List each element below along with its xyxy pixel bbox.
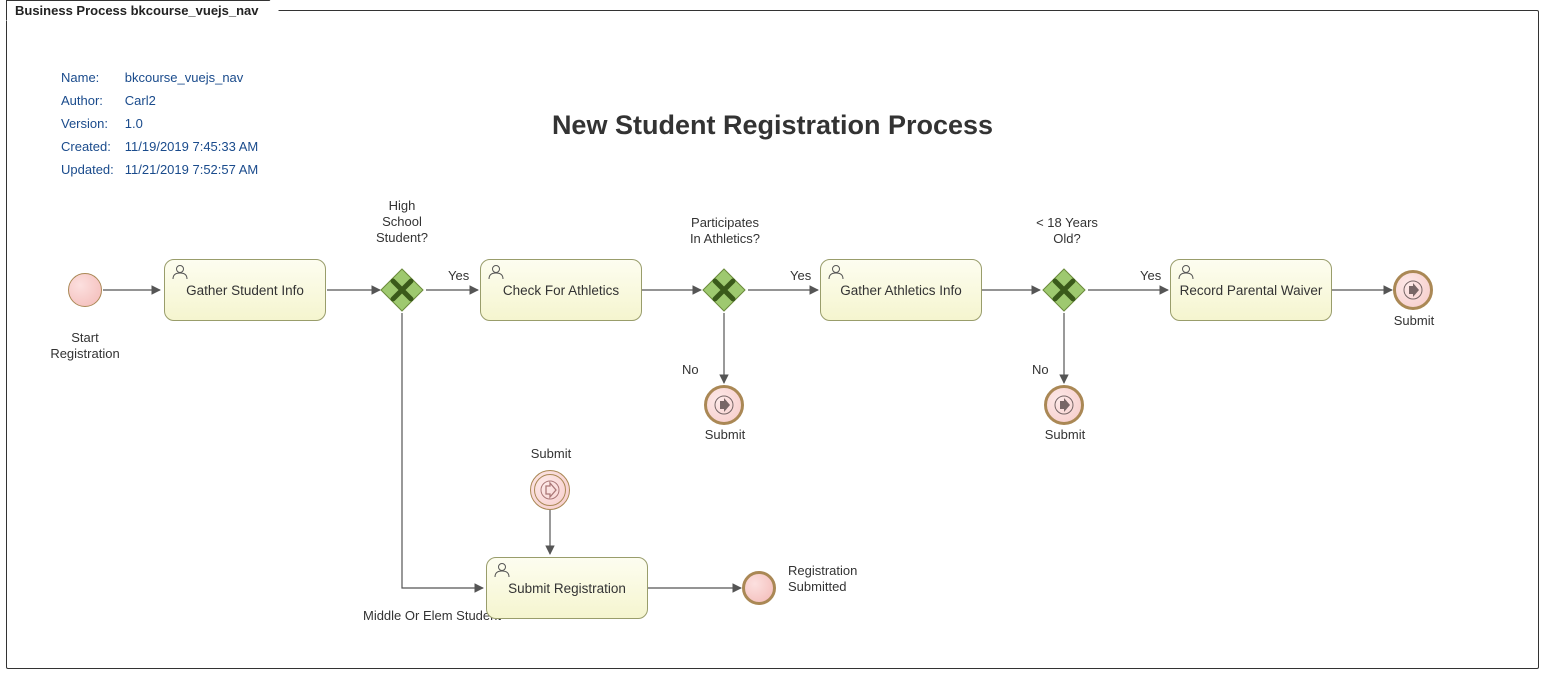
gateway-athletics-label: Participates In Athletics? [680, 215, 770, 247]
meta-updated-value: 11/21/2019 7:52:57 AM [124, 159, 259, 180]
start-event [68, 273, 102, 307]
task-record-parental-waiver: Record Parental Waiver [1170, 259, 1332, 321]
meta-name-value: bkcourse_vuejs_nav [124, 67, 259, 88]
meta-updated-label: Updated: [60, 159, 122, 180]
end-event-submit-3-label: Submit [1389, 313, 1439, 329]
bpmn-diagram-frame: Business Process bkcourse_vuejs_nav Name… [0, 0, 1545, 675]
frame-tab: Business Process bkcourse_vuejs_nav [6, 0, 288, 21]
gateway-high-school-label: High School Student? [370, 198, 434, 246]
intermediate-event-submit [530, 470, 570, 510]
task-label: Submit Registration [508, 581, 626, 596]
user-task-icon [171, 264, 189, 280]
arrow-icon [1054, 395, 1074, 415]
start-event-label: Start Registration [40, 330, 130, 362]
meta-author-value: Carl2 [124, 90, 259, 111]
flow-yes-3: Yes [1140, 268, 1161, 284]
arrow-icon [540, 480, 560, 500]
user-task-icon [493, 562, 511, 578]
user-task-icon [827, 264, 845, 280]
task-label: Gather Student Info [186, 283, 304, 298]
intermediate-event-submit-label: Submit [526, 446, 576, 462]
task-gather-student-info: Gather Student Info [164, 259, 326, 321]
task-submit-registration: Submit Registration [486, 557, 648, 619]
task-gather-athletics-info: Gather Athletics Info [820, 259, 982, 321]
meta-author-label: Author: [60, 90, 122, 111]
gateway-age [1042, 268, 1086, 312]
end-event-registration-submitted [742, 571, 776, 605]
task-label: Check For Athletics [503, 283, 619, 298]
flow-yes-1: Yes [448, 268, 469, 284]
end-event-submit-2-label: Submit [1040, 427, 1090, 443]
end-event-submit-2 [1044, 385, 1084, 425]
task-label: Record Parental Waiver [1180, 283, 1323, 298]
meta-name-label: Name: [60, 67, 122, 88]
user-task-icon [1177, 264, 1195, 280]
arrow-icon [1403, 280, 1423, 300]
flow-no-1: No [682, 362, 699, 378]
arrow-icon [714, 395, 734, 415]
end-event-submit-1 [704, 385, 744, 425]
end-event-submit-3 [1393, 270, 1433, 310]
gateway-age-label: < 18 Years Old? [1022, 215, 1112, 247]
end-event-submit-1-label: Submit [700, 427, 750, 443]
end-event-registration-submitted-label: Registration Submitted [788, 563, 878, 595]
flow-yes-2: Yes [790, 268, 811, 284]
user-task-icon [487, 264, 505, 280]
diagram-title: New Student Registration Process [0, 110, 1545, 141]
gateway-athletics [702, 268, 746, 312]
gateway-high-school [380, 268, 424, 312]
task-check-athletics: Check For Athletics [480, 259, 642, 321]
flow-no-2: No [1032, 362, 1049, 378]
task-label: Gather Athletics Info [840, 283, 962, 298]
